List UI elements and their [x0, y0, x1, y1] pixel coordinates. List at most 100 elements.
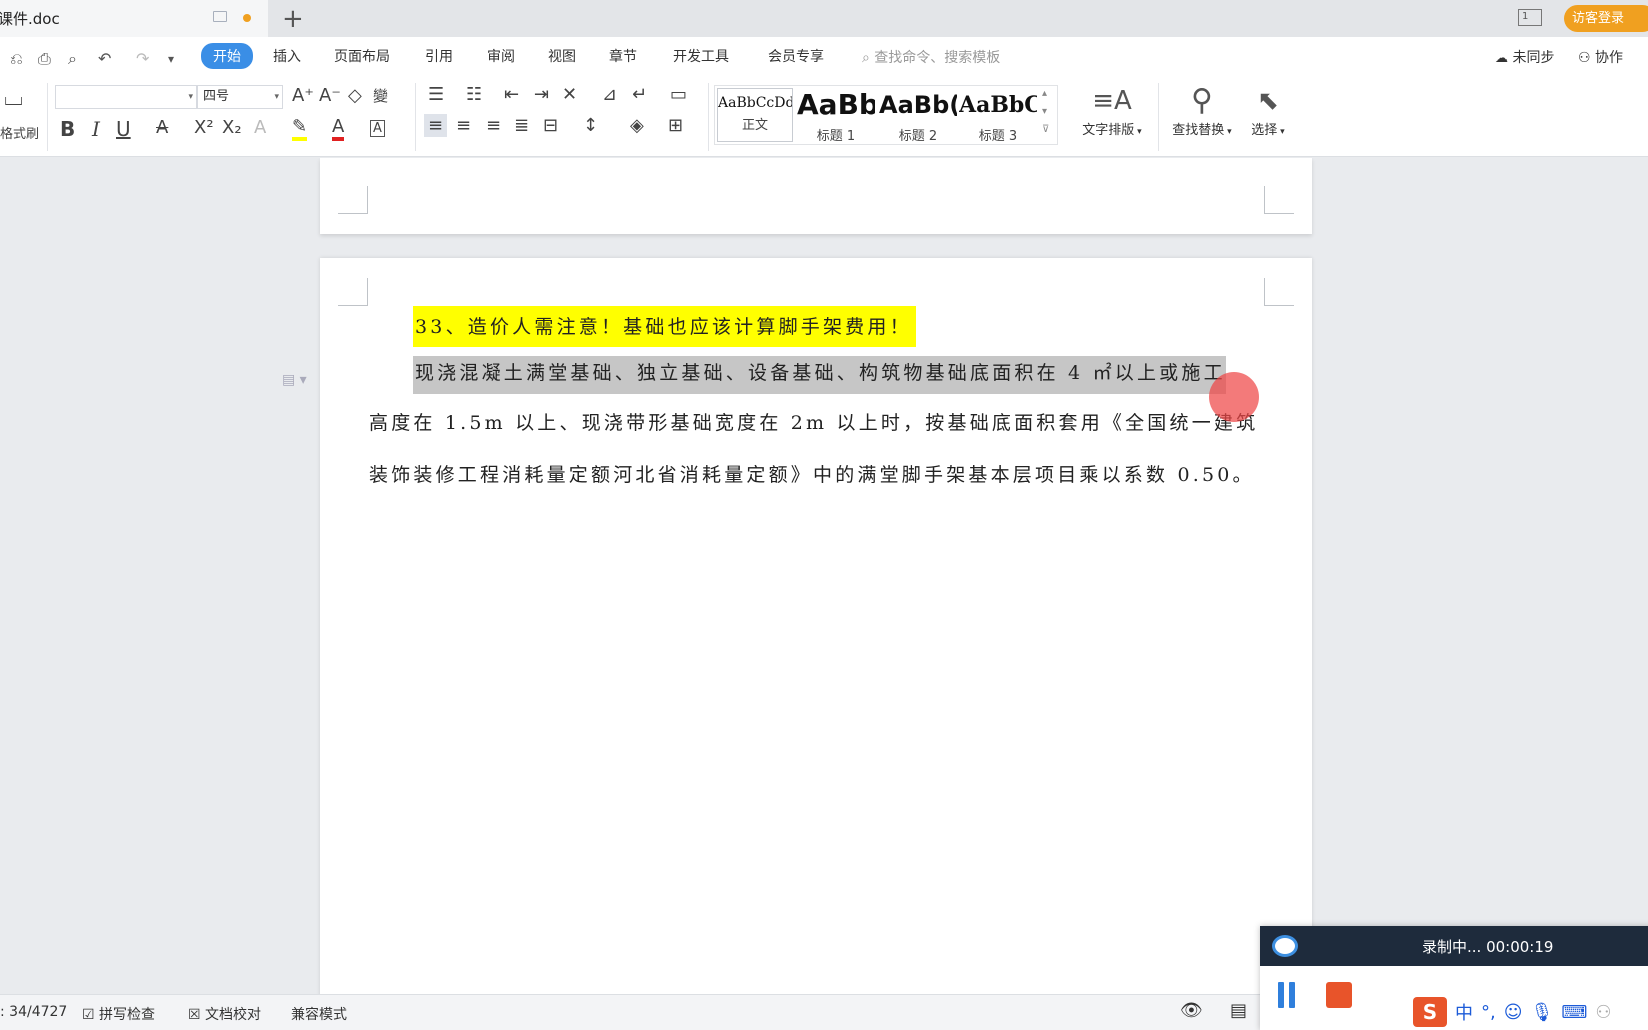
menu-bar: ⎌ ⎙ ⌕ ↶ ↷ ▾ 开始 插入 页面布局 引用 审阅 视图 章节 开发工具 … [0, 37, 1648, 77]
style-heading-1-label: 标题 1 [816, 129, 856, 144]
font-color-icon[interactable]: A [332, 117, 345, 141]
align-right-icon[interactable]: ≡ [486, 115, 501, 136]
margin-corner-mark [338, 186, 368, 214]
text-layout-button[interactable]: ≡A 文字排版 ▾ [1076, 83, 1148, 138]
paragraph-menu-icon[interactable]: ▤ ▾ [282, 372, 307, 388]
subscript-icon[interactable]: X₂ [222, 117, 242, 138]
microphone-icon[interactable]: 🎙 [1531, 1002, 1554, 1023]
shading-icon[interactable]: ◈ [630, 115, 644, 136]
sync-status[interactable]: ☁ 未同步 [1495, 47, 1554, 67]
numbered-list-icon[interactable]: ☷ [466, 84, 482, 105]
guest-login-button[interactable]: 访客登录 [1564, 5, 1648, 32]
select-button[interactable]: ⬉ 选择 ▾ [1244, 83, 1292, 138]
document-tab-title: 课件.doc [0, 10, 60, 28]
redo-cut-icon[interactable]: ⎌ [10, 49, 23, 69]
redo-icon[interactable]: ↷ [136, 49, 149, 68]
menu-tab-review[interactable]: 审阅 [487, 46, 515, 66]
scroll-up-icon[interactable]: ▴ [1042, 88, 1047, 99]
selected-text[interactable]: 现浇混凝土满堂基础、独立基础、设备基础、构筑物基础底面积在 4 ㎡以上或施工 [413, 356, 1226, 394]
command-search-placeholder: 查找命令、搜索模板 [874, 50, 1001, 66]
keyboard-icon[interactable]: ⌨ [1561, 1002, 1587, 1023]
scroll-down-icon[interactable]: ▾ [1042, 106, 1047, 117]
paragraph-line-3[interactable]: 装饰装修工程消耗量定额河北省消耗量定额》中的满堂脚手架基本层项目乘以系数 0.5… [369, 460, 1255, 487]
increase-font-icon[interactable]: A⁺ [292, 85, 314, 106]
text-effect-icon[interactable]: A [254, 117, 266, 138]
print-icon[interactable]: ⎙ [38, 49, 51, 69]
sogou-ime-icon[interactable]: S [1413, 997, 1447, 1027]
doc-proof-button[interactable]: ☒ 文档校对 [188, 1004, 261, 1024]
bullet-list-icon[interactable]: ☰ [428, 84, 444, 105]
document-tab[interactable]: 课件.doc [0, 0, 268, 37]
increase-indent-icon[interactable]: ⇥ [534, 84, 549, 105]
menu-tab-page-layout[interactable]: 页面布局 [334, 46, 390, 66]
bold-icon[interactable]: B [60, 117, 75, 141]
borders-icon[interactable]: ⊞ [668, 115, 683, 136]
menu-tab-member[interactable]: 会员专享 [768, 46, 824, 66]
more-chevron-down-icon[interactable]: ▾ [168, 52, 174, 66]
style-normal-label: 正文 [741, 118, 768, 133]
pause-button[interactable] [1276, 982, 1298, 1008]
distribute-icon[interactable]: ⊟ [543, 115, 558, 136]
collaborate-button[interactable]: ⚇ 协作 [1578, 47, 1623, 67]
style-heading-2[interactable]: AaBb( 标题 2 [879, 88, 957, 144]
decrease-font-icon[interactable]: A⁻ [319, 85, 341, 106]
word-count[interactable]: : 34/4727 [0, 1004, 67, 1020]
paintbrush-icon[interactable]: ⌴ [4, 83, 23, 111]
new-tab-plus-icon[interactable]: + [282, 4, 304, 34]
highlight-icon[interactable]: ✎ [292, 117, 308, 141]
monitor-icon[interactable] [213, 11, 227, 22]
show-hide-marks-icon[interactable]: ↵ [632, 84, 647, 105]
page-view-icon[interactable]: ▤ [1230, 1000, 1247, 1021]
spell-check-button[interactable]: ☑ 拼写检查 [82, 1004, 155, 1024]
superscript-icon[interactable]: X² [194, 117, 214, 138]
clear-format-icon[interactable]: ◇ [348, 85, 362, 106]
italic-icon[interactable]: I [92, 117, 100, 141]
char-border-icon[interactable]: A [370, 120, 385, 137]
emoji-icon[interactable]: ☺ [1504, 1002, 1523, 1023]
window-mode-icon[interactable]: 1 [1518, 9, 1542, 26]
menu-tab-references[interactable]: 引用 [425, 46, 453, 66]
format-painter-label[interactable]: 格式刷 [0, 123, 39, 142]
justify-icon[interactable]: ≣ [514, 115, 529, 136]
unsaved-dot-icon [243, 14, 251, 22]
strikethrough-icon[interactable]: A [156, 117, 168, 138]
underline-icon[interactable]: U [116, 117, 131, 141]
style-heading-1[interactable]: AaBb 标题 1 [797, 88, 875, 144]
align-center-icon[interactable]: ≡ [456, 115, 471, 136]
phonetic-guide-icon[interactable]: 變 [373, 85, 388, 106]
chinese-layout-icon[interactable]: ✕ [562, 84, 577, 105]
command-search[interactable]: ⌕ 查找命令、搜索模板 [862, 47, 1000, 67]
font-size-select[interactable]: 四号 ▾ [197, 85, 283, 109]
user-plus-icon: ⚇ [1578, 50, 1591, 66]
chevron-down-icon: ▾ [188, 92, 193, 102]
style-heading-3[interactable]: AaBbC 标题 3 [959, 88, 1037, 144]
eye-protection-icon[interactable]: 👁 [1180, 1000, 1203, 1021]
menu-tab-chapter[interactable]: 章节 [609, 46, 637, 66]
align-left-icon[interactable]: ≡ [424, 114, 448, 137]
style-normal-sample: AaBbCcDd [718, 95, 792, 111]
ime-language-toggle[interactable]: 中 [1455, 999, 1473, 1025]
sync-label: 未同步 [1512, 50, 1555, 66]
ribbon-toolbar: ⌴ 格式刷 ▾ 四号 ▾ A⁺ A⁻ ◇ 變 B I U A X² X₂ A ✎ … [0, 77, 1648, 157]
text-direction-icon[interactable]: ⊿ [602, 84, 617, 105]
font-family-select[interactable]: ▾ [55, 85, 197, 109]
decrease-indent-icon[interactable]: ⇤ [504, 84, 519, 105]
menu-tab-view[interactable]: 视图 [548, 46, 576, 66]
print-preview-icon[interactable]: ⌕ [68, 49, 77, 69]
ruler-icon[interactable]: ▭ [670, 84, 687, 105]
undo-icon[interactable]: ↶ [98, 49, 111, 68]
menu-tab-home[interactable]: 开始 [201, 43, 253, 69]
line-spacing-icon[interactable]: ↕ [583, 115, 598, 136]
paragraph-line-2[interactable]: 高度在 1.5m 以上、现浇带形基础宽度在 2m 以上时，按基础底面积套用《全国… [369, 408, 1258, 435]
menu-tab-insert[interactable]: 插入 [273, 46, 301, 66]
stop-button[interactable] [1326, 982, 1352, 1008]
style-normal[interactable]: AaBbCcDd 正文 [717, 88, 793, 142]
document-canvas[interactable]: 33、造价人需注意！基础也应该计算脚手架费用！ 现浇混凝土满堂基础、独立基础、设… [0, 158, 1648, 994]
paragraph-line-1[interactable]: 现浇混凝土满堂基础、独立基础、设备基础、构筑物基础底面积在 4 ㎡以上或施工 [413, 356, 1226, 394]
find-replace-button[interactable]: ⚲ 查找替换 ▾ [1166, 83, 1238, 138]
paragraph-heading[interactable]: 33、造价人需注意！基础也应该计算脚手架费用！ [413, 306, 916, 347]
expand-gallery-icon[interactable]: ⊽ [1042, 124, 1049, 135]
menu-tab-dev-tools[interactable]: 开发工具 [673, 46, 729, 66]
punctuation-icon[interactable]: °, [1481, 1002, 1496, 1023]
user-icon[interactable]: ⚇ [1595, 1002, 1611, 1023]
